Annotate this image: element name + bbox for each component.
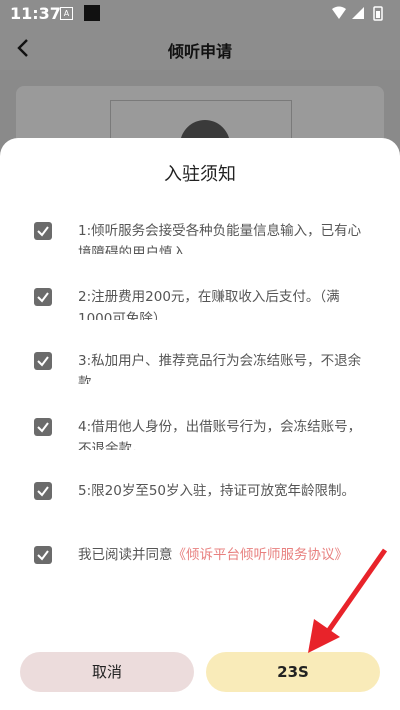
status-time: 11:37 [10,4,61,23]
countdown-confirm-button[interactable]: 23S [206,652,380,692]
notice-text-1: 1:倾听服务会接受各种负能量信息输入，已有心境障碍的用户慎入 [78,223,362,254]
wifi-icon [332,6,346,19]
checkbox-checked-icon[interactable] [34,288,52,306]
checkbox-checked-icon[interactable] [34,352,52,370]
status-bar: 11:37 A [0,0,400,28]
cancel-button[interactable]: 取消 [20,652,194,692]
checkbox-checked-icon[interactable] [34,222,52,240]
notification-square-icon [84,5,100,21]
page-title: 倾听申请 [167,42,232,61]
agree-checkbox-icon[interactable] [34,546,52,564]
checkbox-checked-icon[interactable] [34,482,52,500]
notice-text-2: 2:注册费用200元，在赚取收入后支付。（满1000可免除） [78,289,340,320]
notification-a-icon: A [60,7,73,20]
red-arrow-icon [308,548,388,653]
agree-prefix: 我已阅读并同意 [78,547,173,563]
sheet-title: 入驻须知 [164,164,236,185]
checkbox-checked-icon[interactable] [34,418,52,436]
app-bar: 倾听申请 [0,28,400,70]
system-icons [330,5,390,25]
signal-icon [352,7,364,19]
notice-text-3: 3:私加用户、推荐竞品行为会冻结账号，不退余款 [78,353,362,384]
notice-text-5: 5:限20岁至50岁入驻，持证可放宽年龄限制。 [78,483,355,499]
notice-text-4: 4:借用他人身份，出借账号行为，会冻结账号，不退余款。 [78,419,362,450]
